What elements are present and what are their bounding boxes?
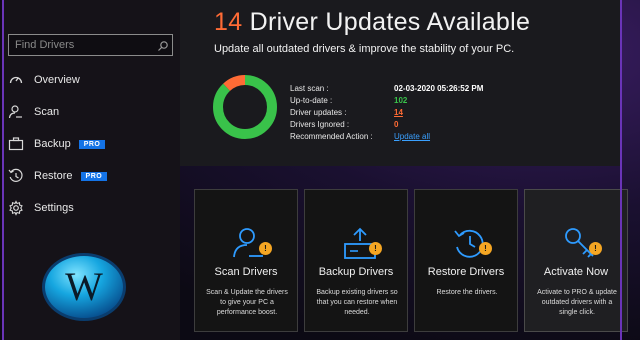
scan-stats: Last scan : 02-03-2020 05:26:52 PM Up-to… [290,82,483,142]
stat-value: 02-03-2020 05:26:52 PM [394,83,484,93]
sidebar-item-restore[interactable]: Restore PRO [4,160,180,192]
title-text: Driver Updates Available [249,8,531,36]
stat-value: 102 [394,95,408,105]
info-badge: ! [259,242,272,255]
sidebar-nav: Overview Scan Backup PRO Restore PRO Set… [4,64,180,224]
info-badge: ! [589,242,602,255]
card-restore-drivers[interactable]: ! Restore Drivers Restore the drivers. [414,189,518,332]
stat-value: 0 [394,119,399,129]
donut-segment-up-to-date [213,75,277,139]
sidebar-item-settings[interactable]: Settings [4,192,180,224]
stat-label: Recommended Action : [290,131,373,141]
stat-label: Last scan : [290,83,329,93]
sidebar-item-label: Restore [34,170,73,182]
app-window: Overview Scan Backup PRO Restore [0,0,640,340]
card-description: Scan & Update the drivers to give your P… [206,289,288,316]
pro-badge: PRO [78,139,106,149]
sidebar-item-overview[interactable]: Overview [4,64,180,96]
sidebar-item-backup[interactable]: Backup PRO [4,128,180,160]
update-count: 14 [214,8,243,36]
page-subtitle: Update all outdated drivers & improve th… [214,43,515,55]
card-activate-now[interactable]: ! Activate Now Activate to PRO & update … [524,189,628,332]
gear-icon [8,200,24,216]
pro-badge: PRO [80,171,108,181]
update-all-link[interactable]: Update all [394,132,430,141]
stat-driver-updates: Driver updates : 14 [290,106,483,118]
stat-label: Driver updates : [290,107,347,117]
info-badge: ! [479,242,492,255]
card-backup-drivers[interactable]: ! Backup Drivers Backup existing drivers… [304,189,408,332]
sidebar: Overview Scan Backup PRO Restore [4,0,180,340]
card-description: Restore the drivers. [436,289,498,296]
stat-drivers-ignored: Drivers Ignored : 0 [290,118,483,130]
card-title: Restore Drivers [427,266,505,278]
card-title: Backup Drivers [318,266,394,278]
search-box[interactable] [8,34,173,56]
stat-recommended-action: Recommended Action : Update all [290,130,483,142]
card-title: Activate Now [543,266,609,278]
card-title: Scan Drivers [214,266,278,278]
stat-last-scan: Last scan : 02-03-2020 05:26:52 PM [290,82,483,94]
sidebar-item-label: Scan [34,106,60,118]
page-title: 14 Driver Updates Available [214,8,530,37]
card-scan-drivers[interactable]: ! Scan Drivers Scan & Update the drivers… [194,189,298,332]
sidebar-item-scan[interactable]: Scan [4,96,180,128]
stat-value: 14 [394,107,403,117]
sidebar-item-label: Settings [34,202,74,214]
w-logo-icon: W [40,252,128,322]
status-donut-chart [213,75,277,139]
stat-up-to-date: Up-to-date : 102 [290,94,483,106]
restore-clock-icon [8,168,24,184]
scan-person-icon [8,104,24,120]
briefcase-icon [8,136,24,152]
sidebar-item-label: Overview [34,74,80,86]
info-badge: ! [369,242,382,255]
sidebar-item-label: Backup [34,138,71,150]
search-input[interactable] [15,39,157,51]
card-description: Backup existing drivers so that you can … [316,289,398,316]
search-icon[interactable] [157,39,169,51]
summary-panel: 14 Driver Updates Available Update all o… [180,0,622,166]
stat-label: Drivers Ignored : [290,119,350,129]
speedometer-icon [8,72,24,88]
card-description: Activate to PRO & update outdated driver… [537,289,617,316]
svg-text:W: W [65,264,103,309]
stat-label: Up-to-date : [290,95,333,105]
